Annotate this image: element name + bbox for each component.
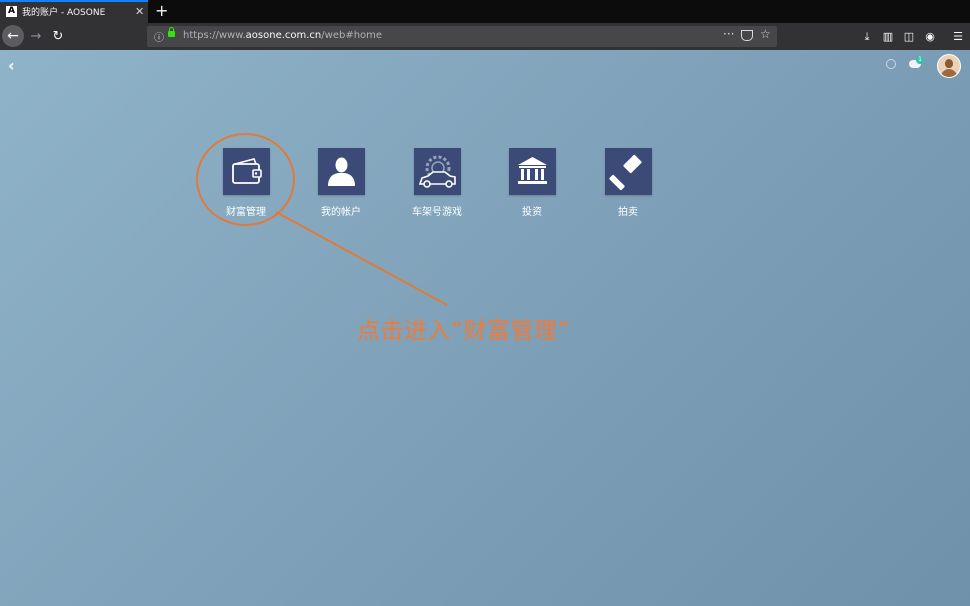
site-info-icon[interactable]: ⓘ: [154, 29, 164, 44]
new-tab-button[interactable]: +: [155, 0, 168, 22]
avatar[interactable]: [937, 54, 961, 78]
app-my-account[interactable]: 我的帐户: [301, 148, 381, 218]
navigation-bar: ← → ↻ ⓘ https://www.aosone.com.cn/web#ho…: [0, 23, 970, 50]
chat-badge: 1: [916, 56, 924, 64]
app-tile[interactable]: [317, 148, 365, 195]
bookmark-star-icon[interactable]: ☆: [760, 27, 771, 41]
car-gear-icon: [418, 155, 456, 188]
extension-icon[interactable]: ◉: [922, 23, 938, 50]
page-actions-icon[interactable]: ···: [723, 27, 734, 41]
app-tile[interactable]: [413, 148, 461, 195]
app-label: 车架号游戏: [412, 207, 462, 218]
user-icon: [327, 157, 355, 186]
downloads-icon[interactable]: ⤓: [859, 23, 875, 50]
reload-button[interactable]: ↻: [51, 23, 65, 50]
gavel-icon: [608, 154, 642, 191]
app-label: 拍卖: [618, 207, 638, 218]
page-back-icon[interactable]: ‹: [8, 56, 15, 75]
app-label: 投资: [522, 207, 542, 218]
sidebar-icon[interactable]: ◫: [901, 23, 917, 50]
browser-back-button[interactable]: ←: [2, 25, 24, 47]
app-vin-game[interactable]: 车架号游戏: [397, 148, 477, 218]
app-investment[interactable]: 投资: [492, 148, 572, 218]
library-icon[interactable]: ▥: [880, 23, 896, 50]
menu-icon[interactable]: ☰: [950, 23, 966, 50]
close-tab-icon[interactable]: ✕: [135, 5, 144, 18]
app-auction[interactable]: 拍卖: [588, 148, 668, 218]
site-favicon-icon: A: [6, 6, 17, 17]
tab-bar: A 我的账户 - AOSONE ✕ +: [0, 0, 970, 23]
tab-title: 我的账户 - AOSONE: [22, 8, 106, 18]
app-label: 我的帐户: [321, 207, 361, 218]
annotation-circle: [196, 133, 295, 226]
annotation-text: 点击进入“财富管理”: [357, 318, 570, 344]
lock-icon: [168, 27, 175, 37]
address-bar[interactable]: ⓘ https://www.aosone.com.cn/web#home ···…: [147, 26, 777, 47]
browser-forward-button[interactable]: →: [28, 23, 44, 50]
app-tile[interactable]: [508, 148, 556, 195]
clock-icon[interactable]: [886, 59, 896, 69]
app-tile[interactable]: [604, 148, 652, 195]
url-text[interactable]: https://www.aosone.com.cn/web#home: [183, 30, 382, 41]
pocket-icon[interactable]: [741, 30, 753, 41]
bank-icon: [517, 157, 547, 184]
browser-tab[interactable]: A 我的账户 - AOSONE ✕: [0, 0, 148, 23]
